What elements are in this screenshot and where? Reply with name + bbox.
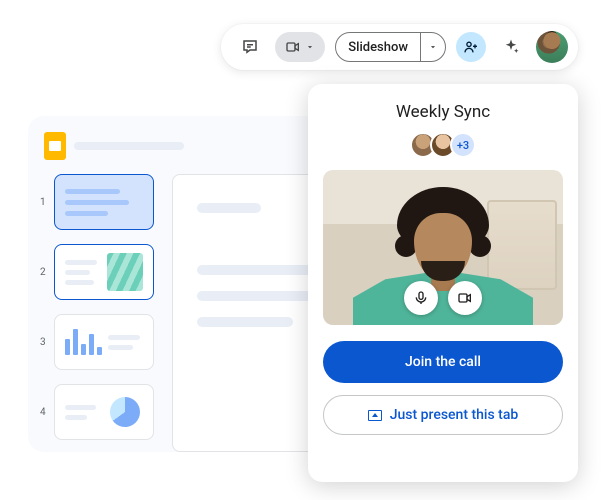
chevron-down-icon (305, 42, 315, 52)
present-icon (368, 410, 382, 421)
participant-avatars: +3 (410, 132, 476, 158)
comment-history-button[interactable] (235, 32, 265, 62)
sparkle-icon (502, 38, 520, 56)
present-tab-label: Just present this tab (390, 407, 519, 423)
join-call-button[interactable]: Join the call (323, 341, 563, 383)
meet-camera-button[interactable] (275, 32, 325, 62)
account-avatar[interactable] (536, 31, 568, 63)
slide-thumbnail-4[interactable]: 4 (40, 384, 158, 440)
slide-number: 2 (40, 267, 46, 278)
camera-icon (457, 290, 473, 306)
slide-number: 3 (40, 337, 46, 348)
self-video-preview (323, 170, 563, 325)
present-tab-button[interactable]: Just present this tab (323, 395, 563, 435)
slide-thumbnail-1[interactable]: 1 (40, 174, 158, 230)
chevron-down-icon (428, 42, 438, 52)
toolbar: Slideshow (221, 24, 578, 70)
toggle-camera-button[interactable] (448, 281, 482, 315)
document-title-placeholder[interactable] (74, 142, 184, 150)
share-button[interactable] (456, 32, 486, 62)
preview-controls (404, 281, 482, 315)
mute-mic-button[interactable] (404, 281, 438, 315)
slide-number: 1 (40, 197, 46, 208)
slide-thumbnail-3[interactable]: 3 (40, 314, 158, 370)
slideshow-menu-button[interactable] (421, 33, 445, 61)
participant-overflow-badge: +3 (450, 132, 476, 158)
meet-join-panel: Weekly Sync +3 Join the (308, 84, 578, 482)
sparkle-button[interactable] (496, 32, 526, 62)
camera-icon (285, 39, 301, 55)
meeting-title: Weekly Sync (396, 102, 490, 122)
slide-number: 4 (40, 407, 46, 418)
slideshow-button[interactable]: Slideshow (336, 33, 421, 61)
slides-logo-icon (44, 132, 66, 160)
slideshow-split-button: Slideshow (335, 32, 446, 62)
slide-thumbnails: 1 2 (40, 174, 158, 452)
slide-thumbnail-2[interactable]: 2 (40, 244, 158, 300)
person-add-icon (463, 39, 479, 55)
mic-icon (413, 290, 429, 306)
